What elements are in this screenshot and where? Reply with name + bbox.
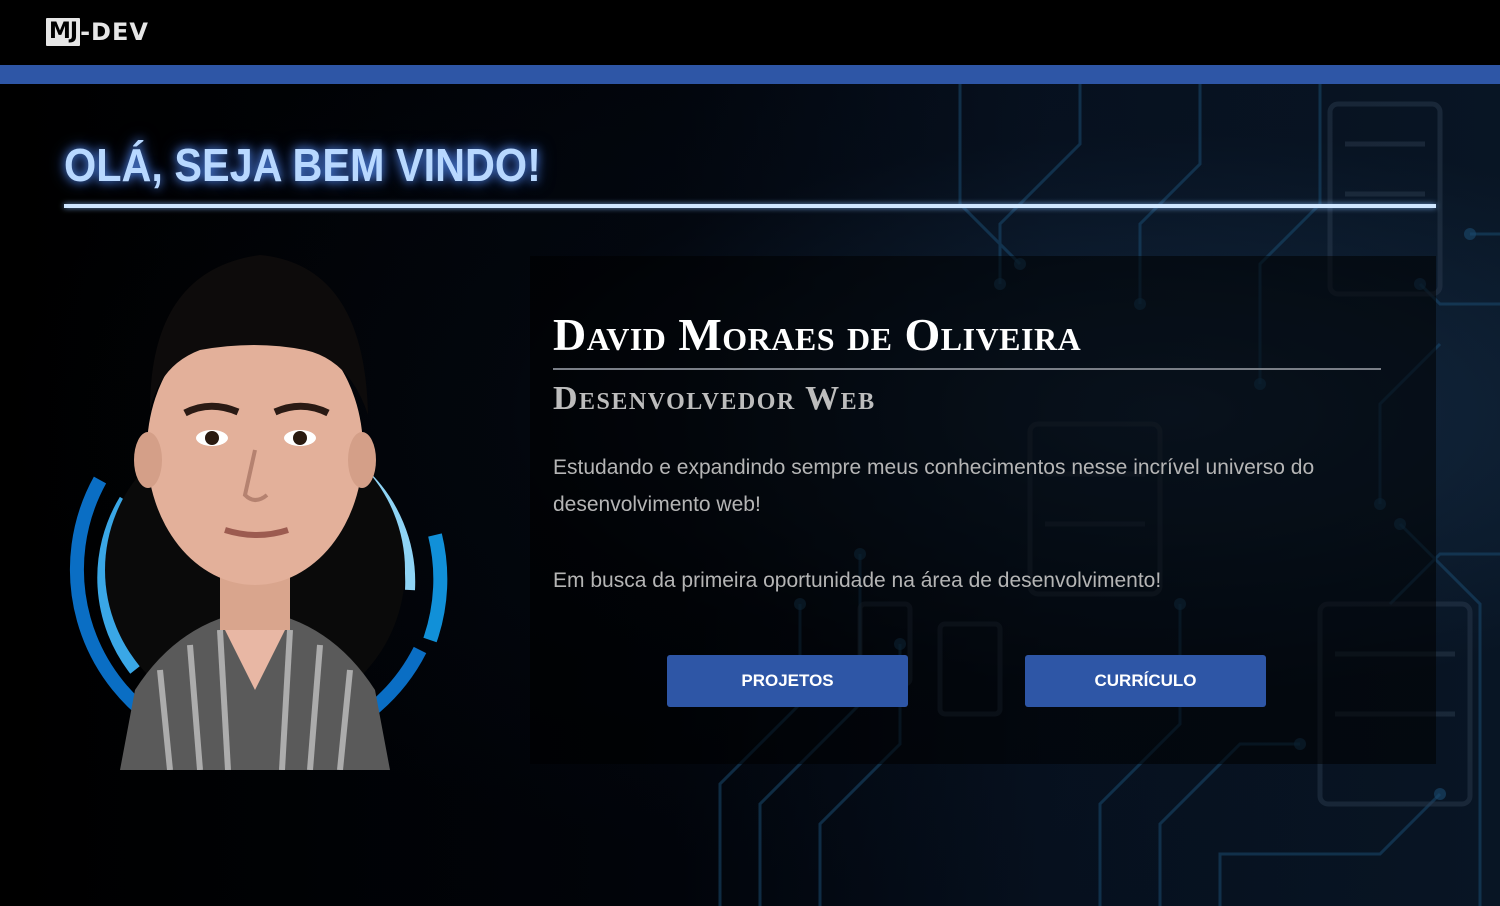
profile-photo [69,255,448,770]
welcome-heading: OLÁ, SEJA BEM VINDO! [64,139,541,191]
profile-name: David Moraes de Oliveira [553,309,1082,360]
site-logo[interactable]: MJ -DEV [46,16,149,48]
profile-role: Desenvolvedor Web [553,380,876,417]
resume-button[interactable]: CURRÍCULO [1025,655,1266,707]
profile-bio-paragraph-2: Em busca da primeira oportunidade na áre… [553,569,1162,592]
logo-text: -DEV [80,18,149,46]
page: MJ -DEV OLÁ, SEJA BEM VINDO! David Morae… [0,0,1500,906]
top-navbar: MJ -DEV [0,0,1500,65]
logo-mark: MJ [46,18,81,46]
profile-bio-paragraph-1: Estudando e expandindo sempre meus conhe… [553,456,1315,516]
projects-button[interactable]: PROJETOS [667,655,908,707]
welcome-underline [64,204,1436,208]
header-accent-bar [0,65,1500,84]
name-divider [553,368,1381,370]
